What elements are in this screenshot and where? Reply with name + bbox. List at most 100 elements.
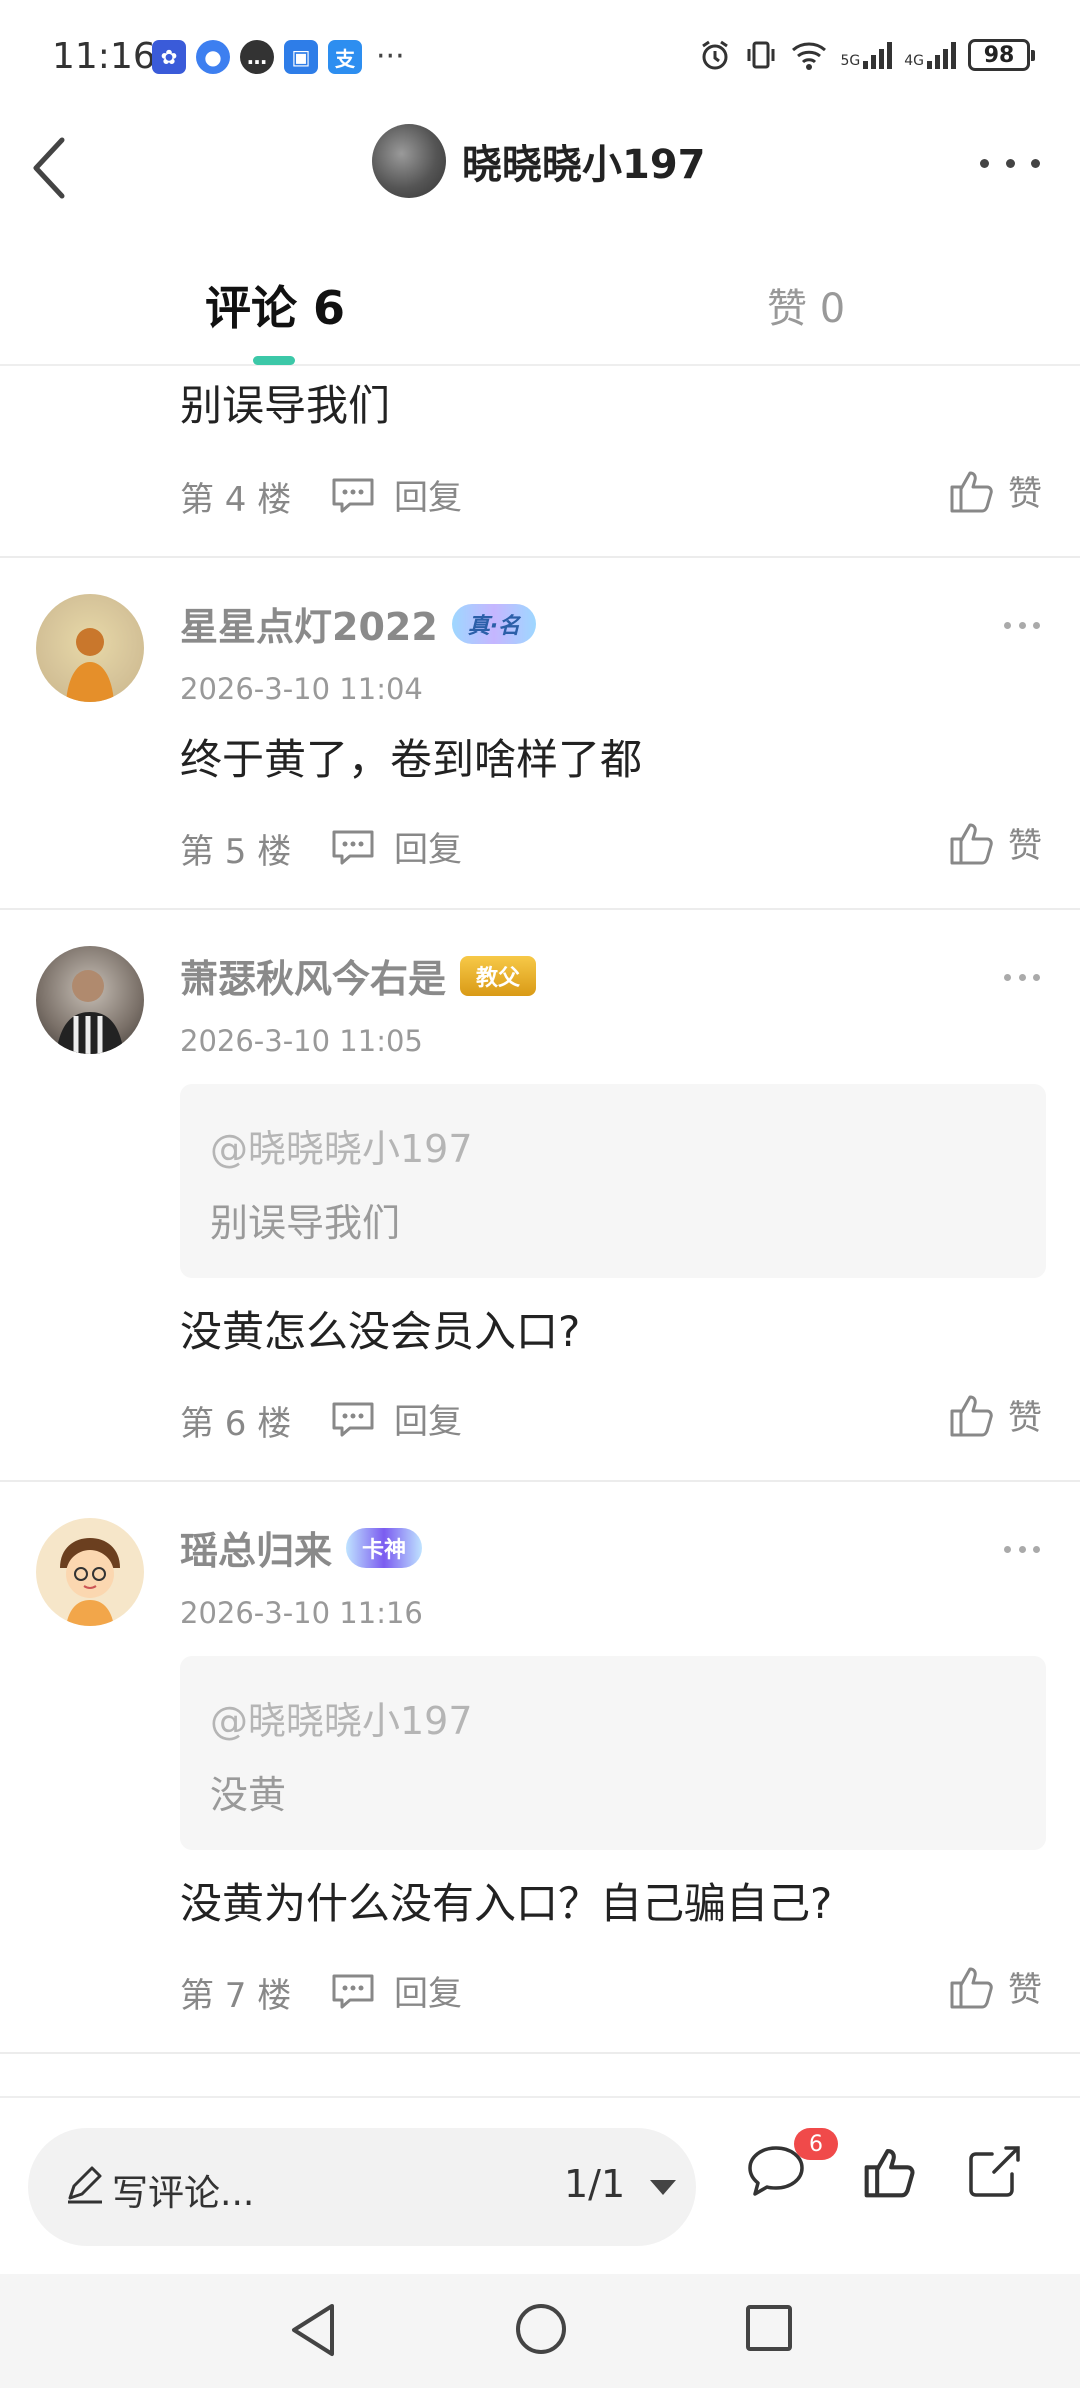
reply-label: 回复 [394, 1402, 462, 1442]
like-label: 赞 [1008, 1970, 1042, 2010]
app2-notification-icon: ▣ [284, 40, 318, 74]
comment-content: 没黄怎么没会员入口? [180, 1307, 581, 1356]
like-label: 赞 [1008, 1398, 1042, 1438]
page-title: 晓晓晓小197 [462, 142, 706, 188]
network-label-1: 5G [840, 53, 861, 69]
username-text: 萧瑟秋风今右是 [180, 957, 447, 1001]
status-time: 11:16 [52, 36, 156, 77]
browser-notification-icon: ● [196, 40, 230, 74]
active-tab-indicator [253, 356, 295, 365]
username-text: 星星点灯2022 [180, 605, 438, 649]
system-navigation-bar [0, 2274, 1080, 2388]
status-bar: 11:16 ✿ ● … ▣ 支 ··· 5G 4G 98 [0, 0, 1080, 110]
reply-icon [332, 1974, 374, 2008]
alarm-icon [702, 40, 729, 70]
quoted-comment[interactable]: @晓晓晓小197 没黄 [180, 1656, 1046, 1850]
user-badge: 卡神 [346, 1527, 423, 1568]
user-avatar[interactable] [36, 594, 144, 702]
thumbs-up-icon [950, 471, 993, 512]
quote-text: 别误导我们 [210, 1201, 401, 1245]
tab-bar: 评论 6 赞 0 [0, 240, 1080, 366]
username-text: 瑶总归来 [180, 1529, 333, 1573]
username[interactable]: 萧瑟秋风今右是 教父 [180, 948, 537, 1003]
quote-mention: @晓晓晓小197 [210, 1127, 473, 1171]
post-author[interactable]: 晓晓晓小197 [372, 124, 706, 198]
reply-button[interactable]: 回复 [330, 470, 462, 519]
page-indicator[interactable]: 1/1 [564, 2162, 625, 2206]
comment-count-badge: 6 [794, 2128, 838, 2160]
comment-time: 2026-3-10 11:05 [180, 1024, 423, 1058]
signal-4g-icon: 4G [904, 41, 956, 69]
reply-label: 回复 [394, 1974, 462, 2014]
bottom-action-bar: 写评论... 1/1 6 [0, 2096, 1080, 2274]
quoted-comment[interactable]: @晓晓晓小197 别误导我们 [180, 1084, 1046, 1278]
comment-more-button[interactable] [1004, 974, 1040, 981]
author-avatar[interactable] [372, 124, 446, 198]
write-comment-placeholder: 写评论... [112, 2173, 255, 2214]
vibrate-icon [747, 41, 775, 69]
reply-button[interactable]: 回复 [330, 1966, 462, 2015]
like-button[interactable]: 赞 [948, 818, 1042, 867]
reply-label: 回复 [394, 830, 462, 870]
divider [0, 1480, 1080, 1482]
alipay-notification-icon: 支 [328, 40, 362, 74]
more-options-button[interactable] [980, 148, 1040, 178]
divider [0, 556, 1080, 558]
reply-icon [332, 478, 374, 512]
tab-comments[interactable]: 评论 6 [205, 272, 345, 338]
reply-button[interactable]: 回复 [330, 822, 462, 871]
more-notifications-icon: ··· [376, 39, 405, 74]
comment-more-button[interactable] [1004, 1546, 1040, 1553]
username[interactable]: 星星点灯2022 真·名 [180, 596, 537, 651]
like-label: 赞 [1008, 474, 1042, 514]
app-notification-icon: ✿ [152, 40, 186, 74]
quote-text: 没黄 [210, 1773, 287, 1817]
thumbs-up-icon [950, 1395, 993, 1436]
quote-mention: @晓晓晓小197 [210, 1699, 473, 1743]
chevron-down-icon[interactable] [650, 2180, 676, 2195]
floor-number: 第 7 楼 [180, 1976, 292, 2016]
thumbs-up-icon[interactable] [862, 2144, 918, 2200]
back-button[interactable] [22, 128, 82, 208]
comment-time: 2026-3-10 11:16 [180, 1596, 423, 1630]
floor-number: 第 4 楼 [180, 480, 292, 520]
nav-recent-apps-icon[interactable] [746, 2305, 792, 2351]
like-label: 赞 [1008, 826, 1042, 866]
pencil-icon [68, 2166, 102, 2204]
battery-icon: 98 [968, 39, 1035, 71]
like-button[interactable]: 赞 [948, 1390, 1042, 1439]
thumbs-up-icon [950, 1967, 993, 2008]
like-button[interactable]: 赞 [948, 466, 1042, 515]
floor-number: 第 6 楼 [180, 1404, 292, 1444]
nav-home-icon[interactable] [516, 2304, 566, 2354]
signal-5g-icon: 5G [840, 41, 893, 69]
share-icon[interactable] [966, 2142, 1024, 2200]
username[interactable]: 瑶总归来 卡神 [180, 1520, 423, 1575]
thumbs-up-icon [950, 823, 993, 864]
user-badge: 教父 [460, 955, 537, 996]
divider [0, 2052, 1080, 2054]
comment-content: 终于黄了，卷到啥样了都 [180, 735, 643, 784]
network-label-2: 4G [904, 53, 924, 69]
notification-icons: ✿ ● … ▣ 支 ··· [152, 40, 405, 74]
wifi-icon [792, 42, 827, 70]
user-badge: 真·名 [451, 603, 537, 644]
user-avatar[interactable] [36, 1518, 144, 1626]
comment-content: 别误导我们 [180, 381, 391, 430]
write-comment-input[interactable]: 写评论... 1/1 [28, 2128, 696, 2246]
tab-likes[interactable]: 赞 0 [767, 276, 845, 334]
like-button[interactable]: 赞 [948, 1962, 1042, 2011]
reply-label: 回复 [394, 478, 462, 518]
message-notification-icon: … [240, 40, 274, 74]
user-avatar[interactable] [36, 946, 144, 1054]
divider [0, 908, 1080, 910]
nav-back-icon[interactable] [286, 2300, 342, 2360]
comment-time: 2026-3-10 11:04 [180, 672, 423, 706]
page-header: 晓晓晓小197 [0, 110, 1080, 220]
reply-icon [332, 1402, 374, 1436]
reply-button[interactable]: 回复 [330, 1394, 462, 1443]
comment-content: 没黄为什么没有入口？自己骗自己? [180, 1879, 833, 1928]
status-indicators: 5G 4G 98 [698, 38, 1035, 72]
floor-number: 第 5 楼 [180, 832, 292, 872]
comment-more-button[interactable] [1004, 622, 1040, 629]
